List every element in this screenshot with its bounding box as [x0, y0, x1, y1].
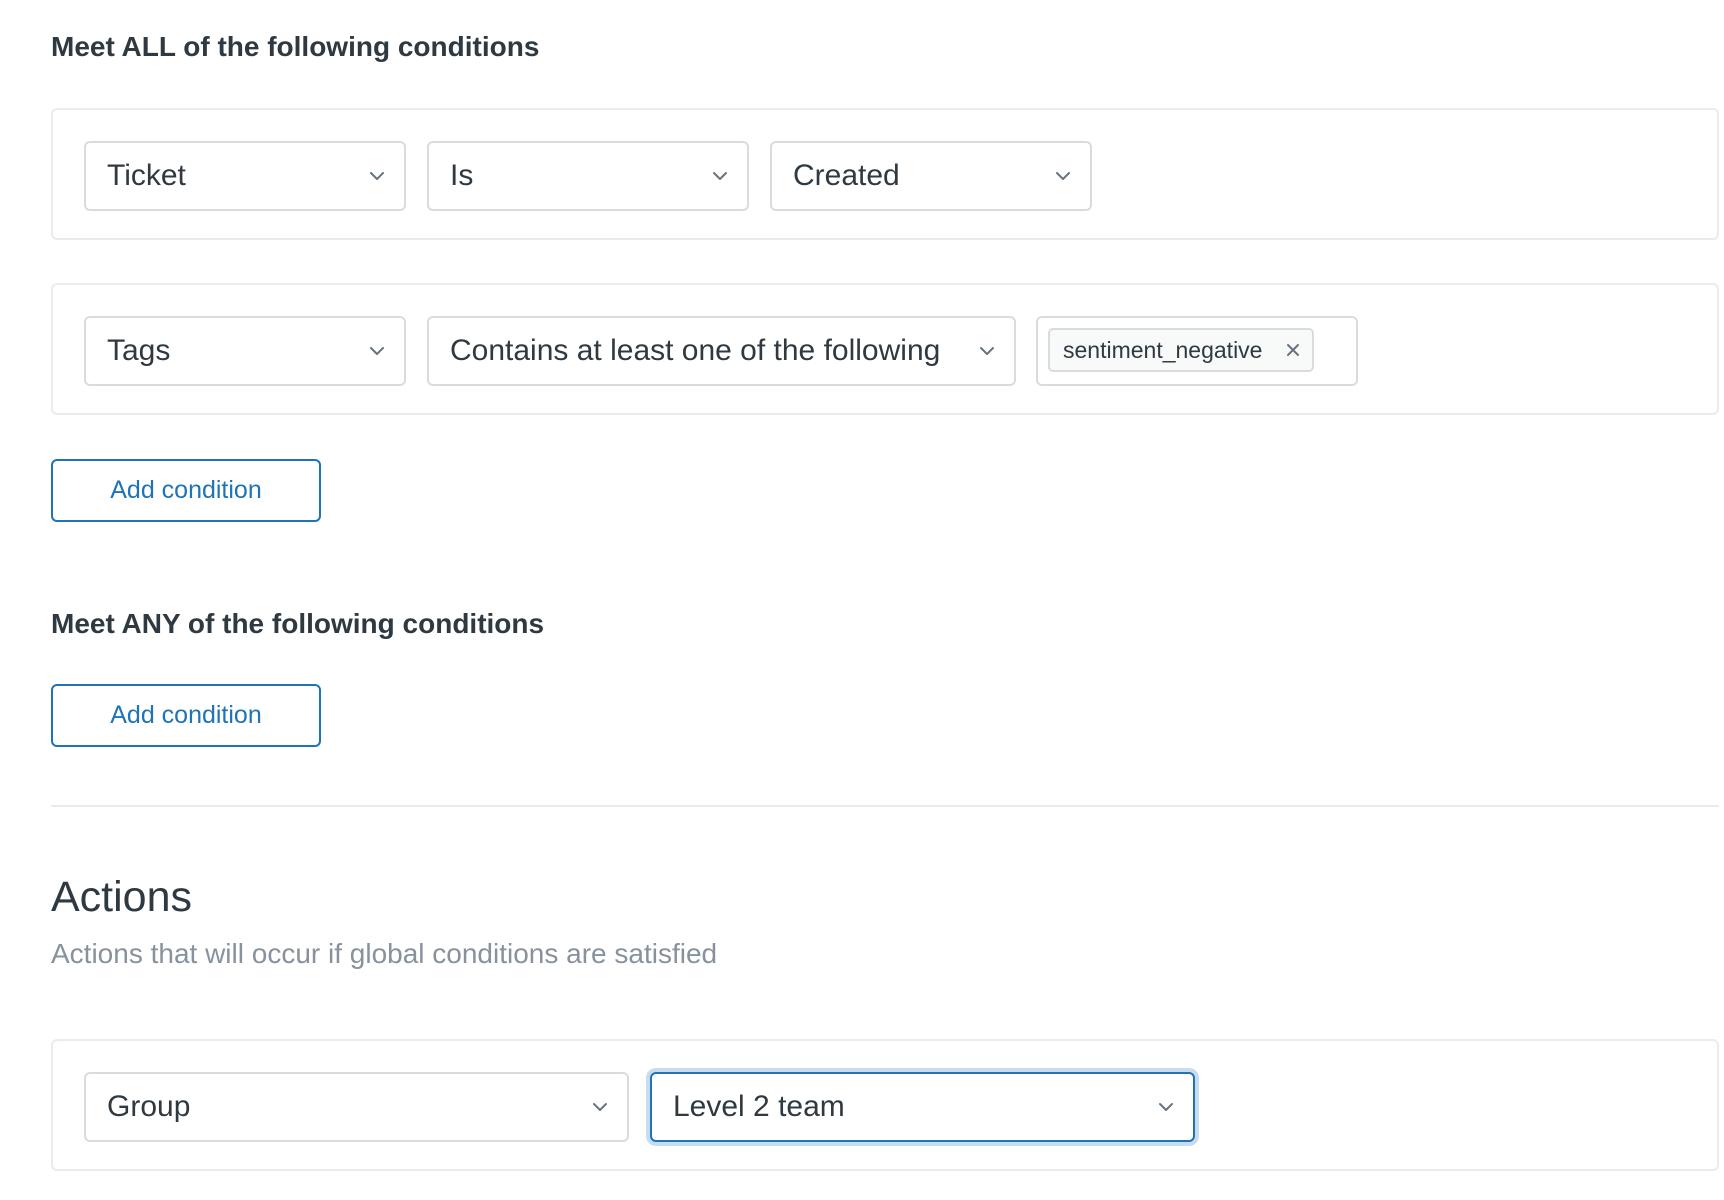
condition-operator-value: Is: [450, 159, 474, 192]
condition-field-value: Tags: [107, 334, 171, 367]
condition-row-tags: Tags Contains at least one of the follow…: [51, 283, 1719, 415]
chevron-down-icon: [370, 172, 384, 180]
section-divider: [51, 805, 1719, 807]
action-field-value: Group: [107, 1090, 191, 1123]
actions-title: Actions: [51, 873, 193, 921]
chevron-down-icon: [370, 347, 384, 355]
actions-subtitle: Actions that will occur if global condit…: [51, 938, 718, 969]
chevron-down-icon: [1056, 172, 1070, 180]
tags-input[interactable]: sentiment_negative: [1036, 316, 1358, 386]
any-conditions-heading: Meet ANY of the following conditions: [51, 608, 545, 639]
action-value-select[interactable]: Level 2 team: [650, 1072, 1195, 1142]
condition-field-select[interactable]: Ticket: [84, 141, 406, 211]
condition-operator-select[interactable]: Is: [427, 141, 749, 211]
action-value-value: Level 2 team: [673, 1090, 845, 1123]
action-field-select[interactable]: Group: [84, 1072, 629, 1142]
condition-field-select[interactable]: Tags: [84, 316, 406, 386]
condition-value-select[interactable]: Created: [770, 141, 1092, 211]
condition-value-value: Created: [793, 159, 900, 192]
chevron-down-icon: [980, 347, 994, 355]
tag-pill: sentiment_negative: [1048, 328, 1315, 372]
tag-label: sentiment_negative: [1063, 337, 1263, 363]
all-conditions-heading: Meet ALL of the following conditions: [51, 31, 540, 62]
condition-field-value: Ticket: [107, 159, 186, 192]
close-icon[interactable]: [1284, 341, 1302, 359]
chevron-down-icon: [1159, 1103, 1173, 1111]
chevron-down-icon: [713, 172, 727, 180]
condition-row-ticket: Ticket Is Created: [51, 108, 1719, 240]
condition-operator-select[interactable]: Contains at least one of the following: [427, 316, 1016, 386]
action-row-group: Group Level 2 team: [51, 1039, 1719, 1171]
add-all-condition-button[interactable]: Add condition: [51, 459, 321, 522]
chevron-down-icon: [593, 1103, 607, 1111]
condition-operator-value: Contains at least one of the following: [450, 334, 941, 367]
add-any-condition-button[interactable]: Add condition: [51, 684, 321, 747]
